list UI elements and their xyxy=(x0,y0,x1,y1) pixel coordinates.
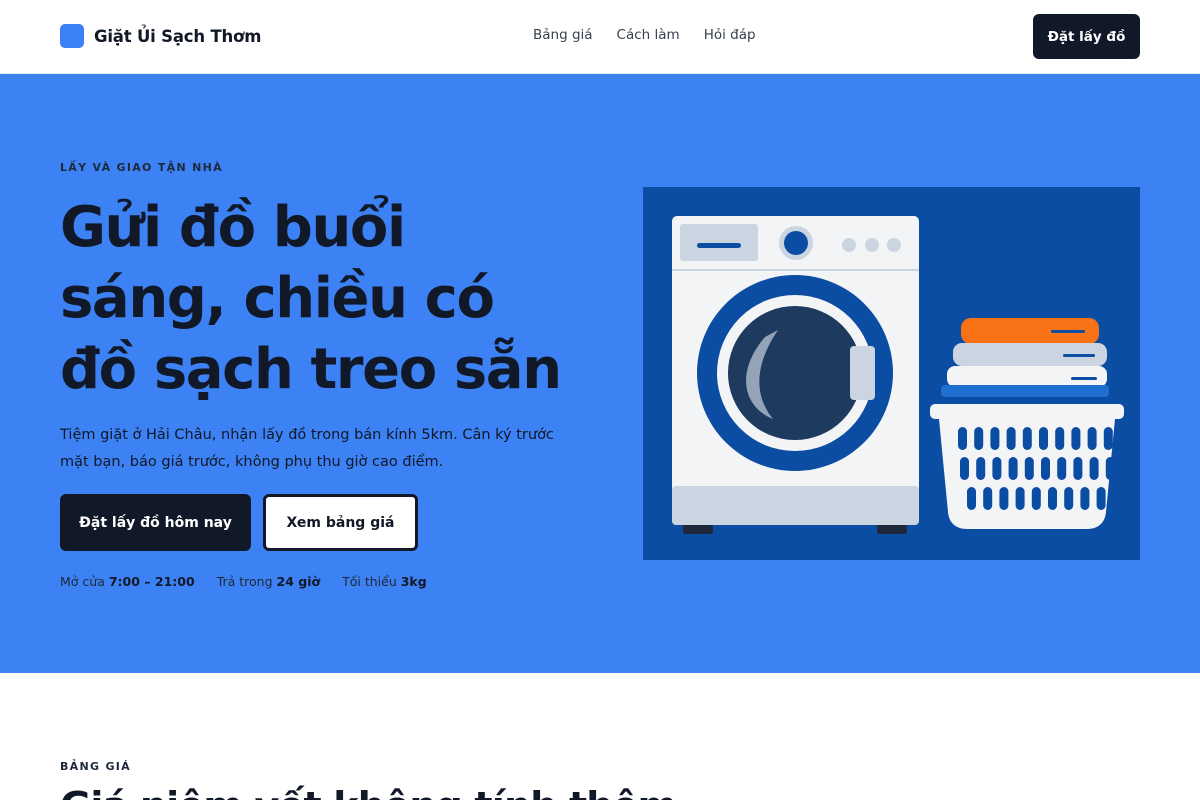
view-pricing-button[interactable]: Xem bảng giá xyxy=(263,494,418,551)
hero-headline: Gửi đồ buổi sáng, chiều có đồ sạch treo … xyxy=(60,195,562,402)
header-book-pickup-button[interactable]: Đặt lấy đồ xyxy=(1033,14,1140,59)
nav-link-faq[interactable]: Hỏi đáp xyxy=(704,27,756,43)
pricing-title: Giá niêm yết không tính thêm xyxy=(60,784,677,800)
site-header: Giặt Ủi Sạch Thơm Bảng giá Cách làm Hỏi … xyxy=(0,0,1200,74)
nav-link-pricing[interactable]: Bảng giá xyxy=(533,27,593,43)
fact-turnaround: Trả trong 24 giờ xyxy=(216,574,321,589)
brand-name: Giặt Ủi Sạch Thơm xyxy=(94,26,262,46)
pricing-eyebrow: BẢNG GIÁ xyxy=(60,760,131,773)
book-pickup-today-button[interactable]: Đặt lấy đồ hôm nay xyxy=(60,494,251,551)
brand-mark-icon xyxy=(60,24,84,48)
fact-minimum-weight: Tối thiểu 3kg xyxy=(342,574,427,589)
nav-link-how-it-works[interactable]: Cách làm xyxy=(617,27,680,43)
main-nav: Bảng giá Cách làm Hỏi đáp xyxy=(533,27,756,43)
washing-machine-illustration-icon xyxy=(643,187,1140,560)
brand-logo[interactable]: Giặt Ủi Sạch Thơm xyxy=(60,24,261,48)
fact-opening-hours: Mở cửa 7:00 – 21:00 xyxy=(60,574,195,589)
hero-description: Tiệm giặt ở Hải Châu, nhận lấy đồ trong … xyxy=(60,427,554,470)
hero-facts: Mở cửa 7:00 – 21:00 Trả trong 24 giờ Tối… xyxy=(60,574,427,589)
hero-section: LẤY VÀ GIAO TẬN NHÀ Gửi đồ buổi sáng, ch… xyxy=(0,74,1200,673)
hero-eyebrow: LẤY VÀ GIAO TẬN NHÀ xyxy=(60,161,223,174)
